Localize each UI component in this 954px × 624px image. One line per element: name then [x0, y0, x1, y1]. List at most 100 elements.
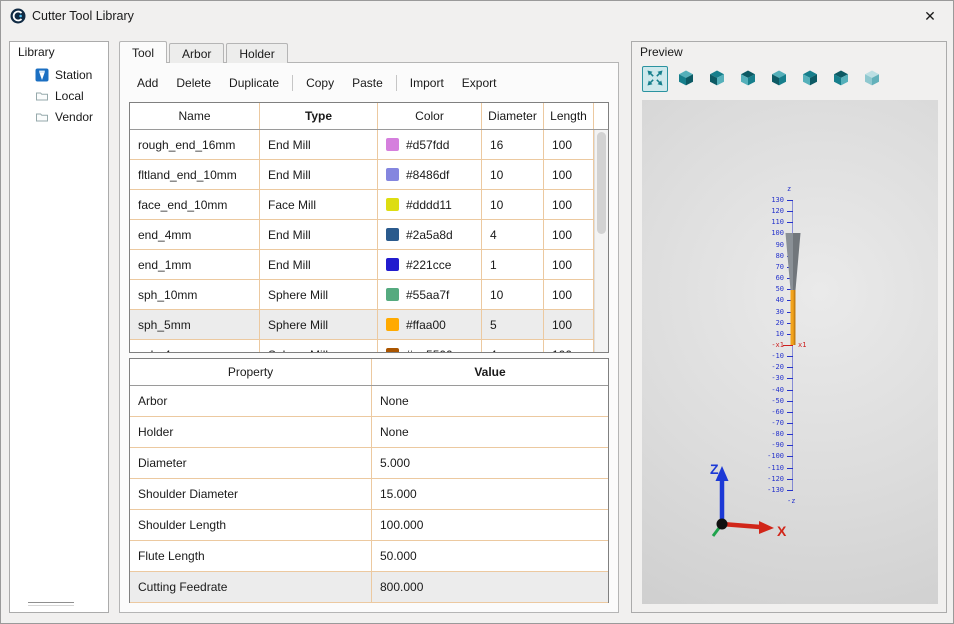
- view-right-button[interactable]: [766, 66, 792, 92]
- color-swatch: [386, 168, 399, 181]
- fit-view-button[interactable]: [642, 66, 668, 92]
- cell-type: End Mill: [260, 220, 378, 249]
- tool-row-face-end-10mm[interactable]: face_end_10mmFace Mill#dddd1110100: [130, 190, 594, 220]
- folder-icon: [35, 110, 49, 124]
- library-panel-title: Library: [18, 45, 55, 59]
- cell-diameter: 4: [482, 340, 544, 352]
- tool-row-fltland-end-10mm[interactable]: fltland_end_10mmEnd Mill#8486df10100: [130, 160, 594, 190]
- export-button[interactable]: Export: [453, 71, 506, 95]
- view-isometric-icon: [676, 68, 696, 91]
- value-cell: None: [372, 417, 608, 447]
- cell-length: 100: [544, 250, 594, 279]
- tool-row-end-1mm[interactable]: end_1mmEnd Mill#221cce1100: [130, 250, 594, 280]
- cell-name: face_end_10mm: [130, 190, 260, 219]
- tool-row-sph-10mm[interactable]: sph_10mmSphere Mill#55aa7f10100: [130, 280, 594, 310]
- property-cell: Cutting Feedrate: [130, 572, 372, 602]
- color-swatch: [386, 228, 399, 241]
- view-left-button[interactable]: [797, 66, 823, 92]
- view-isometric-button[interactable]: [673, 66, 699, 92]
- tool-tab-pane: AddDeleteDuplicateCopyPasteImportExport …: [119, 62, 619, 613]
- duplicate-button[interactable]: Duplicate: [220, 71, 288, 95]
- sidebar-item-local[interactable]: Local: [10, 85, 108, 106]
- cell-name: sph_4mm: [130, 340, 260, 352]
- tool-flute-shade: [794, 290, 796, 345]
- scrollbar-thumb[interactable]: [597, 132, 606, 234]
- cell-diameter: 16: [482, 130, 544, 159]
- property-cell: Holder: [130, 417, 372, 447]
- column-header-property[interactable]: Property: [130, 359, 372, 385]
- delete-button[interactable]: Delete: [167, 71, 220, 95]
- view-back-icon: [831, 68, 851, 91]
- sidebar-item-label: Local: [55, 89, 84, 103]
- preview-viewport[interactable]: z130120110100908070605040302010-10-20-30…: [642, 100, 938, 604]
- view-bottom-button[interactable]: [859, 66, 885, 92]
- tool-table: NameTypeColorDiameterLength rough_end_16…: [129, 102, 609, 353]
- cell-name: sph_5mm: [130, 310, 260, 339]
- property-cell: Shoulder Length: [130, 510, 372, 540]
- window-title: Cutter Tool Library: [32, 1, 134, 31]
- tab-tool[interactable]: Tool: [119, 41, 167, 63]
- tab-holder[interactable]: Holder: [226, 43, 287, 63]
- property-row-shoulder-length[interactable]: Shoulder Length100.000: [130, 510, 608, 541]
- cell-length: 100: [544, 220, 594, 249]
- titlebar: Cutter Tool Library ✕: [1, 1, 953, 31]
- property-row-shoulder-diameter[interactable]: Shoulder Diameter15.000: [130, 479, 608, 510]
- cell-diameter: 1: [482, 250, 544, 279]
- column-header-length[interactable]: Length: [544, 103, 594, 129]
- value-cell: None: [372, 386, 608, 416]
- view-top-button[interactable]: [704, 66, 730, 92]
- cell-name: sph_10mm: [130, 280, 260, 309]
- station-icon: [35, 68, 49, 82]
- property-row-flute-length[interactable]: Flute Length50.000: [130, 541, 608, 572]
- cell-type: End Mill: [260, 250, 378, 279]
- paste-button[interactable]: Paste: [343, 71, 392, 95]
- column-header-color[interactable]: Color: [378, 103, 482, 129]
- cell-length: 100: [544, 280, 594, 309]
- value-cell: 5.000: [372, 448, 608, 478]
- color-hex: #8486df: [406, 168, 449, 182]
- cell-color: #dddd11: [378, 190, 482, 219]
- tool-row-end-4mm[interactable]: end_4mmEnd Mill#2a5a8d4100: [130, 220, 594, 250]
- column-header-diameter[interactable]: Diameter: [482, 103, 544, 129]
- add-button[interactable]: Add: [128, 71, 167, 95]
- cell-color: #2a5a8d: [378, 220, 482, 249]
- cell-length: 100: [544, 310, 594, 339]
- value-cell: 15.000: [372, 479, 608, 509]
- library-panel: Library Station Local Vendor: [9, 41, 109, 613]
- tool-row-sph-4mm[interactable]: sph_4mmSphere Mill#aa55004100: [130, 340, 594, 352]
- view-back-button[interactable]: [828, 66, 854, 92]
- column-header-type[interactable]: Type: [260, 103, 378, 129]
- cell-length: 100: [544, 160, 594, 189]
- property-row-arbor[interactable]: ArborNone: [130, 386, 608, 417]
- tool-row-sph-5mm[interactable]: sph_5mmSphere Mill#ffaa005100: [130, 310, 594, 340]
- tool-table-scrollbar[interactable]: [594, 130, 608, 352]
- sidebar-item-vendor[interactable]: Vendor: [10, 106, 108, 127]
- tool-row-rough-end-16mm[interactable]: rough_end_16mmEnd Mill#d57fdd16100: [130, 130, 594, 160]
- close-button[interactable]: ✕: [913, 1, 947, 31]
- view-front-icon: [738, 68, 758, 91]
- cell-color: #d57fdd: [378, 130, 482, 159]
- cell-length: 100: [544, 190, 594, 219]
- cell-name: rough_end_16mm: [130, 130, 260, 159]
- column-header-name[interactable]: Name: [130, 103, 260, 129]
- cell-name: fltland_end_10mm: [130, 160, 260, 189]
- copy-button[interactable]: Copy: [297, 71, 343, 95]
- color-hex: #ffaa00: [406, 318, 446, 332]
- triad-origin-dot: [717, 519, 728, 530]
- tab-arbor[interactable]: Arbor: [169, 43, 224, 63]
- tool-table-body: rough_end_16mmEnd Mill#d57fdd16100fltlan…: [130, 130, 594, 352]
- view-bottom-icon: [862, 68, 882, 91]
- sidebar-item-label: Vendor: [55, 110, 93, 124]
- sidebar-item-station[interactable]: Station: [10, 64, 108, 85]
- view-front-button[interactable]: [735, 66, 761, 92]
- property-row-diameter[interactable]: Diameter5.000: [130, 448, 608, 479]
- cell-color: #ffaa00: [378, 310, 482, 339]
- color-swatch: [386, 138, 399, 151]
- import-button[interactable]: Import: [401, 71, 453, 95]
- color-hex: #2a5a8d: [406, 228, 453, 242]
- value-cell: 100.000: [372, 510, 608, 540]
- splitter-grip[interactable]: [28, 602, 74, 606]
- property-row-cutting-feedrate[interactable]: Cutting Feedrate800.000: [130, 572, 608, 603]
- column-header-value[interactable]: Value: [372, 359, 608, 385]
- property-row-holder[interactable]: HolderNone: [130, 417, 608, 448]
